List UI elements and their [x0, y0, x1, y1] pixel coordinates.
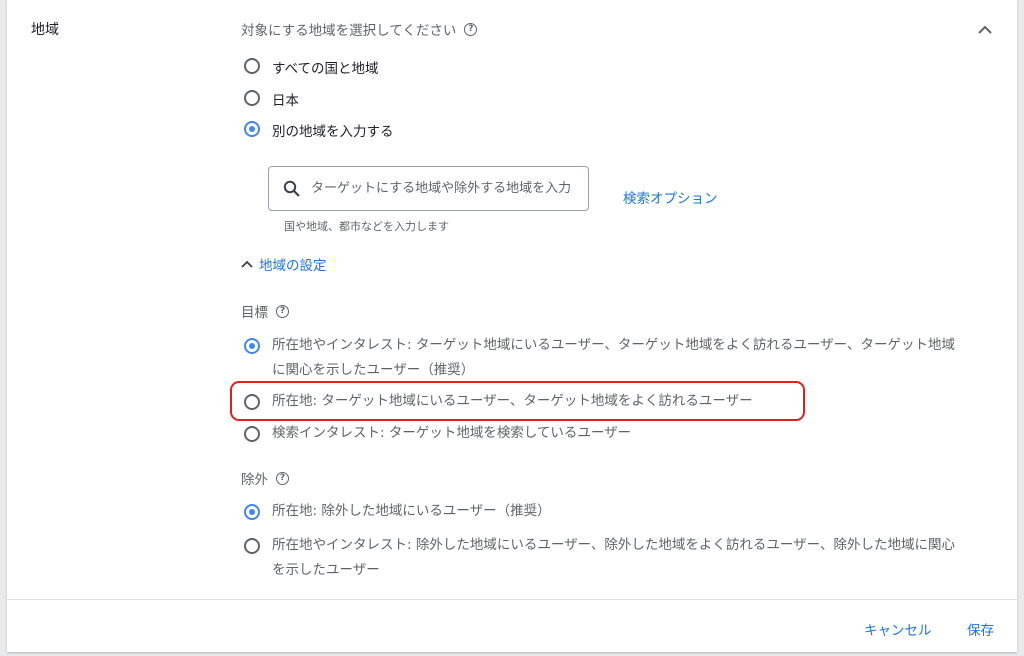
settings-toggle-label: 地域の設定 — [259, 258, 327, 274]
help-icon[interactable]: ? — [276, 304, 289, 318]
target-heading: 目標 ? — [241, 301, 289, 321]
radio-label: 所在地やインタレスト: 除外した地域にいるユーザー、除外した地域をよく訪れるユー… — [272, 537, 956, 578]
red-highlight-box — [230, 381, 805, 421]
radio-option-exclude-presence[interactable]: 所在地: 除外した地域にいるユーザー（推奨） — [244, 499, 551, 524]
help-icon[interactable]: ? — [276, 471, 289, 485]
save-button[interactable]: 保存 — [967, 619, 994, 639]
radio-option-other-location[interactable]: 別の地域を入力する — [244, 120, 394, 140]
radio-button-selected[interactable] — [244, 338, 260, 354]
location-settings-card: 地域 対象にする地域を選択してください ? すべての国と地域 日本 別の地域を入… — [7, 0, 1017, 652]
radio-button[interactable] — [244, 58, 260, 74]
chevron-up-icon — [241, 260, 253, 268]
cancel-button[interactable]: キャンセル — [864, 619, 932, 639]
help-icon[interactable]: ? — [464, 22, 478, 36]
radio-label: 所在地: 除外した地域にいるユーザー（推奨） — [272, 503, 551, 519]
radio-option-exclude-presence-or-interest[interactable]: 所在地やインタレスト: 除外した地域にいるユーザー、除外した地域をよく訪れるユー… — [244, 533, 964, 583]
radio-option-japan[interactable]: 日本 — [244, 89, 299, 109]
collapse-chevron-up-icon[interactable] — [975, 20, 995, 40]
search-icon — [283, 180, 300, 197]
location-prompt: 対象にする地域を選択してください ? — [241, 19, 478, 39]
radio-button[interactable] — [244, 90, 260, 106]
radio-button-selected[interactable] — [244, 504, 260, 520]
radio-button[interactable] — [244, 426, 260, 442]
prompt-text: 対象にする地域を選択してください — [241, 23, 457, 39]
radio-button-selected[interactable] — [244, 121, 260, 137]
target-heading-text: 目標 — [241, 305, 268, 321]
radio-label: 別の地域を入力する — [272, 124, 394, 140]
radio-label: すべての国と地域 — [272, 61, 379, 77]
radio-option-all-countries[interactable]: すべての国と地域 — [244, 57, 379, 77]
radio-button[interactable] — [244, 538, 260, 554]
exclude-heading-text: 除外 — [241, 472, 268, 488]
footer-divider — [7, 599, 1017, 600]
radio-option-presence-or-interest[interactable]: 所在地やインタレスト: ターゲット地域にいるユーザー、ターゲット地域をよく訪れる… — [244, 333, 964, 383]
search-options-link[interactable]: 検索オプション — [623, 187, 718, 207]
exclude-heading: 除外 ? — [241, 468, 289, 488]
radio-label: 日本 — [272, 93, 299, 109]
radio-label: 検索インタレスト: ターゲット地域を検索しているユーザー — [272, 425, 632, 441]
location-settings-toggle[interactable]: 地域の設定 — [239, 254, 327, 274]
radio-label: 所在地やインタレスト: ターゲット地域にいるユーザー、ターゲット地域をよく訪れる… — [272, 337, 956, 378]
radio-option-search-interest[interactable]: 検索インタレスト: ターゲット地域を検索しているユーザー — [244, 421, 631, 446]
section-label: 地域 — [31, 22, 59, 38]
location-search-input[interactable] — [309, 180, 583, 197]
search-hint: 国や地域、都市などを入力します — [284, 220, 449, 233]
location-search-box[interactable] — [268, 166, 589, 211]
